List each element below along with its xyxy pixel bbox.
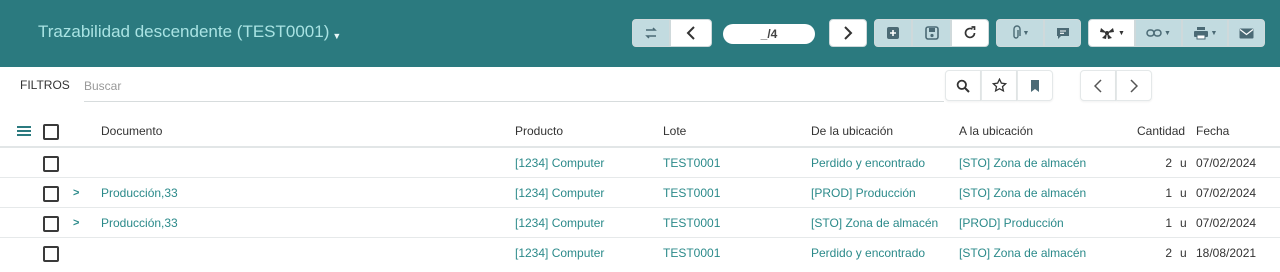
next-record-button[interactable]	[829, 19, 867, 47]
hamburger-menu-icon[interactable]	[17, 125, 31, 137]
row-checkbox[interactable]	[43, 246, 59, 262]
link-menu-button[interactable]: ▼	[1135, 19, 1182, 47]
column-cantidad[interactable]: Cantidad	[1137, 124, 1185, 138]
date-cell: 07/02/2024	[1196, 156, 1257, 170]
search-button[interactable]	[945, 70, 981, 101]
row-checkbox[interactable]	[43, 186, 59, 202]
top-bar: Trazabilidad descendente (TEST0001) ▼ _/…	[0, 0, 1280, 67]
column-de-ubicacion[interactable]: De la ubicación	[811, 124, 893, 138]
table-row[interactable]: [1234] Computer TEST0001 Perdido y encon…	[0, 238, 1280, 268]
product-cell[interactable]: [1234] Computer	[515, 156, 655, 170]
date-cell: 07/02/2024	[1196, 216, 1257, 230]
caret-down-icon: ▼	[1022, 29, 1030, 37]
plus-square-icon	[887, 27, 899, 39]
link-icon	[1146, 29, 1162, 37]
lot-cell[interactable]: TEST0001	[663, 216, 803, 230]
envelope-icon	[1239, 28, 1254, 38]
next-page-button[interactable]	[1116, 70, 1152, 101]
document-cell[interactable]: Producción,33	[101, 186, 501, 200]
table-row[interactable]: [1234] Computer TEST0001 Perdido y encon…	[0, 148, 1280, 178]
caret-down-icon: ▼	[1164, 29, 1171, 37]
swap-button[interactable]	[632, 19, 670, 47]
message-button[interactable]	[1044, 19, 1081, 47]
floppy-disk-icon	[924, 26, 939, 40]
lot-cell[interactable]: TEST0001	[663, 156, 803, 170]
search-placeholder: Buscar	[84, 79, 122, 93]
product-cell[interactable]: [1234] Computer	[515, 246, 655, 260]
refresh-icon	[964, 26, 976, 39]
select-all-checkbox[interactable]	[43, 124, 59, 140]
lot-cell[interactable]: TEST0001	[663, 186, 803, 200]
caret-down-icon: ▼	[1118, 29, 1125, 37]
attachment-button[interactable]: ▼	[996, 19, 1044, 47]
to-location-cell[interactable]: [STO] Zona de almacén	[959, 156, 1093, 170]
filters-label: FILTROS	[20, 78, 70, 92]
table-row[interactable]: > Producción,33 [1234] Computer TEST0001…	[0, 178, 1280, 208]
view-title: Trazabilidad descendente (TEST0001)	[38, 22, 330, 41]
unit-cell: u	[1180, 216, 1187, 230]
column-documento[interactable]: Documento	[101, 124, 162, 138]
to-location-cell[interactable]: [STO] Zona de almacén	[959, 246, 1093, 260]
chevron-left-icon	[686, 26, 695, 40]
bookmark-button[interactable]	[1017, 70, 1053, 101]
reload-button[interactable]	[951, 19, 989, 47]
view-title-dropdown[interactable]: Trazabilidad descendente (TEST0001) ▼	[38, 22, 341, 42]
table-header: Documento Producto Lote De la ubicación …	[0, 118, 1280, 148]
row-checkbox[interactable]	[43, 156, 59, 172]
row-checkbox[interactable]	[43, 216, 59, 232]
from-location-cell[interactable]: Perdido y encontrado	[811, 156, 951, 170]
new-button[interactable]	[874, 19, 912, 47]
date-cell: 18/08/2021	[1196, 246, 1257, 260]
from-location-cell[interactable]: [PROD] Producción	[811, 186, 951, 200]
chevron-right-icon	[844, 26, 853, 40]
chevron-left-icon	[1094, 78, 1102, 93]
chat-bubble-icon	[1056, 27, 1069, 39]
date-cell: 07/02/2024	[1196, 186, 1257, 200]
save-button[interactable]	[912, 19, 951, 47]
swap-arrows-icon	[645, 27, 657, 39]
document-cell[interactable]: Producción,33	[101, 216, 501, 230]
expand-chevron-icon[interactable]: >	[73, 217, 79, 229]
unit-cell: u	[1180, 186, 1187, 200]
previous-page-button[interactable]	[1080, 70, 1116, 101]
bookmark-icon	[1031, 79, 1039, 92]
printer-icon	[1193, 27, 1208, 40]
print-menu-button[interactable]: ▼	[1182, 19, 1228, 47]
product-cell[interactable]: [1234] Computer	[515, 216, 655, 230]
to-location-cell[interactable]: [STO] Zona de almacén	[959, 186, 1093, 200]
caret-down-icon: ▼	[332, 31, 342, 41]
favorite-button[interactable]	[981, 70, 1017, 101]
email-button[interactable]	[1228, 19, 1265, 47]
gear-icon	[1100, 28, 1115, 39]
product-cell[interactable]: [1234] Computer	[515, 186, 655, 200]
chevron-right-icon	[1130, 78, 1138, 93]
action-menu-button[interactable]: ▼	[1088, 19, 1135, 47]
table-row[interactable]: > Producción,33 [1234] Computer TEST0001…	[0, 208, 1280, 238]
paperclip-icon	[1012, 25, 1021, 39]
star-icon	[991, 78, 1007, 93]
unit-cell: u	[1180, 156, 1187, 170]
lot-cell[interactable]: TEST0001	[663, 246, 803, 260]
quantity-cell: 1	[1165, 186, 1172, 200]
column-fecha[interactable]: Fecha	[1196, 124, 1229, 138]
search-input[interactable]: Buscar	[84, 78, 944, 102]
column-a-ubicacion[interactable]: A la ubicación	[959, 124, 1033, 138]
pager-input[interactable]: _/4	[723, 24, 815, 44]
quantity-cell: 1	[1165, 216, 1172, 230]
from-location-cell[interactable]: Perdido y encontrado	[811, 246, 951, 260]
column-producto[interactable]: Producto	[515, 124, 563, 138]
column-lote[interactable]: Lote	[663, 124, 686, 138]
magnifier-icon	[956, 79, 970, 93]
caret-down-icon: ▼	[1210, 29, 1218, 37]
previous-record-button[interactable]	[670, 19, 712, 47]
quantity-cell: 2	[1165, 156, 1172, 170]
unit-cell: u	[1180, 246, 1187, 260]
to-location-cell[interactable]: [PROD] Producción	[959, 216, 1093, 230]
expand-chevron-icon[interactable]: >	[73, 187, 79, 199]
from-location-cell[interactable]: [STO] Zona de almacén	[811, 216, 947, 230]
quantity-cell: 2	[1165, 246, 1172, 260]
